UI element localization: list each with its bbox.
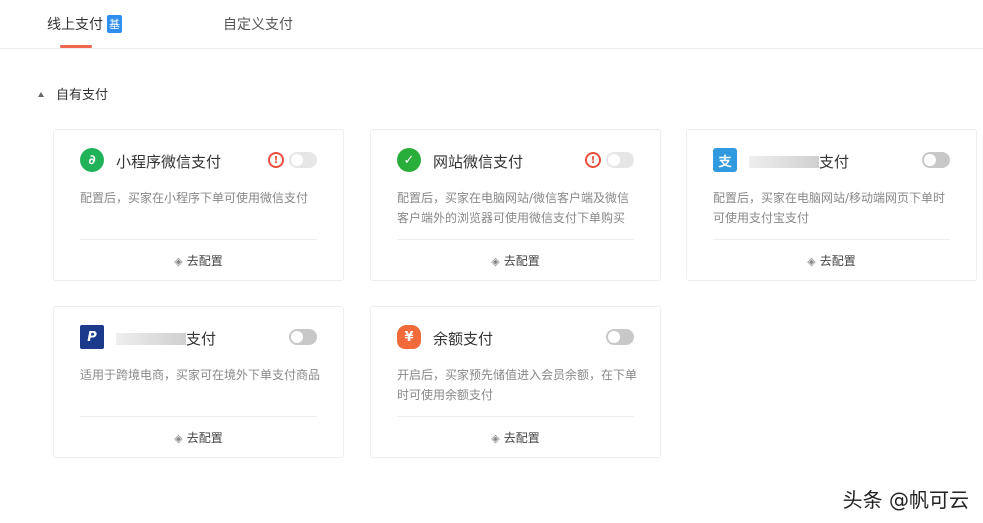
configure-button[interactable]: ◈ 去配置 bbox=[687, 252, 976, 269]
payment-card-miniprogram-wechat: ∂ 小程序微信支付 ! 配置后，买家在小程序下单可使用微信支付 ◈ 去配置 bbox=[53, 129, 344, 281]
configure-button[interactable]: ◈ 去配置 bbox=[371, 429, 660, 446]
layers-icon: ◈ bbox=[807, 255, 816, 268]
payment-card-paypal: P 支付 适用于跨境电商，买家可在境外下单支付商品 ◈ 去配置 bbox=[53, 306, 344, 458]
layers-icon: ◈ bbox=[491, 255, 500, 268]
card-title: 余额支付 bbox=[433, 330, 494, 348]
layers-icon: ◈ bbox=[491, 432, 500, 445]
configure-button[interactable]: ◈ 去配置 bbox=[54, 429, 343, 446]
divider bbox=[80, 416, 317, 417]
payment-card-alipay: 支 支付 配置后，买家在电脑网站/移动端网页下单时可使用支付宝支付 ◈ 去配置 bbox=[686, 129, 977, 281]
card-title-text: 支付 bbox=[186, 330, 217, 348]
card-description: 配置后，买家在小程序下单可使用微信支付 bbox=[80, 191, 309, 205]
card-description: 配置后，买家在电脑网站/微信客户端及微信客户端外的浏览器可使用微信支付下单购买 bbox=[397, 191, 630, 225]
divider bbox=[397, 239, 634, 240]
wechat-pay-icon: ✓ bbox=[397, 148, 421, 172]
tab-custom-payment[interactable]: 自定义支付 bbox=[223, 14, 293, 34]
basic-badge: 基 bbox=[107, 15, 122, 33]
layers-icon: ◈ bbox=[174, 432, 183, 445]
layers-icon: ◈ bbox=[174, 255, 183, 268]
warning-icon[interactable]: ! bbox=[585, 152, 601, 168]
configure-label: 去配置 bbox=[186, 254, 223, 268]
alipay-icon: 支 bbox=[713, 148, 737, 172]
enable-toggle[interactable] bbox=[606, 152, 634, 168]
card-title: 支付 bbox=[749, 151, 849, 172]
section-title: 自有支付 bbox=[56, 88, 109, 103]
enable-toggle[interactable] bbox=[289, 152, 317, 168]
configure-button[interactable]: ◈ 去配置 bbox=[371, 252, 660, 269]
mini-program-icon: ∂ bbox=[80, 148, 104, 172]
card-title-text: 支付 bbox=[819, 153, 850, 171]
paypal-icon: P bbox=[80, 325, 104, 349]
active-tab-indicator bbox=[60, 45, 92, 48]
payment-card-balance: ¥ 余额支付 开启后，买家预先储值进入会员余额，在下单时可使用余额支付 ◈ 去配置 bbox=[370, 306, 661, 458]
card-title: 支付 bbox=[116, 328, 216, 349]
enable-toggle[interactable] bbox=[289, 329, 317, 345]
divider bbox=[80, 239, 317, 240]
warning-icon[interactable]: ! bbox=[268, 152, 284, 168]
configure-label: 去配置 bbox=[503, 254, 540, 268]
tab-online-payment[interactable]: 线上支付基 bbox=[47, 14, 122, 34]
blurred-text bbox=[749, 156, 819, 168]
section-header[interactable]: 自有支付 bbox=[38, 84, 108, 103]
enable-toggle[interactable] bbox=[922, 152, 950, 168]
card-description: 开启后，买家预先储值进入会员余额，在下单时可使用余额支付 bbox=[397, 368, 638, 402]
configure-label: 去配置 bbox=[186, 431, 223, 445]
enable-toggle[interactable] bbox=[606, 329, 634, 345]
configure-button[interactable]: ◈ 去配置 bbox=[54, 252, 343, 269]
blurred-text bbox=[116, 333, 186, 345]
tab-label: 线上支付 bbox=[47, 17, 103, 33]
divider bbox=[713, 239, 950, 240]
divider bbox=[397, 416, 634, 417]
watermark: 头条 @帆可云 bbox=[842, 488, 969, 512]
tab-bar: 线上支付基 自定义支付 bbox=[0, 0, 983, 49]
payment-card-website-wechat: ✓ 网站微信支付 ! 配置后，买家在电脑网站/微信客户端及微信客户端外的浏览器可… bbox=[370, 129, 661, 281]
card-description: 适用于跨境电商，买家可在境外下单支付商品 bbox=[80, 368, 321, 382]
card-title: 网站微信支付 bbox=[433, 153, 524, 171]
configure-label: 去配置 bbox=[819, 254, 856, 268]
configure-label: 去配置 bbox=[503, 431, 540, 445]
card-title: 小程序微信支付 bbox=[116, 153, 222, 171]
money-bag-icon: ¥ bbox=[397, 325, 421, 349]
collapse-triangle-icon bbox=[38, 92, 44, 97]
card-description: 配置后，买家在电脑网站/移动端网页下单时可使用支付宝支付 bbox=[713, 191, 946, 225]
